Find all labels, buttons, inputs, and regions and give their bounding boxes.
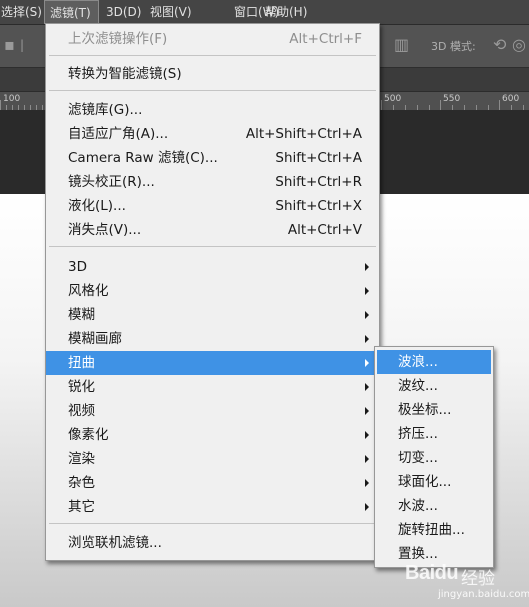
separator-icon: | <box>20 38 25 52</box>
submenu-arrow-icon <box>365 503 369 511</box>
menu-item-adaptive-wide-angle[interactable]: 自适应广角(A)... Alt+Shift+Ctrl+A <box>46 122 379 146</box>
menu-item-render[interactable]: 渲染 <box>46 447 379 471</box>
menu-item-vanishing-point[interactable]: 消失点(V)... Alt+Ctrl+V <box>46 218 379 242</box>
3d-mode-label: 3D 模式: <box>431 40 476 53</box>
ruler-label: 600 <box>502 94 520 104</box>
3d-rotate-icon[interactable]: ⟲ <box>493 36 506 54</box>
submenu-item-shear[interactable]: 切变... <box>377 446 491 470</box>
filter-menu: 上次滤镜操作(F) Alt+Ctrl+F 转换为智能滤镜(S) 滤镜库(G)...… <box>45 23 380 561</box>
menu-item-3d[interactable]: 3D <box>46 255 379 279</box>
watermark-brand: Baidu <box>405 562 459 584</box>
menu-bar: 选择(S) 滤镜(T) 3D(D) 视图(V) 窗口(W) 帮助(H) <box>0 0 529 25</box>
menu-item-camera-raw[interactable]: Camera Raw 滤镜(C)... Shift+Ctrl+A <box>46 146 379 170</box>
menu-item-other[interactable]: 其它 <box>46 495 379 519</box>
submenu-arrow-icon <box>365 383 369 391</box>
submenu-arrow-icon <box>365 287 369 295</box>
submenu-arrow-icon <box>365 431 369 439</box>
submenu-arrow-icon <box>365 263 369 271</box>
ruler-label: 100 <box>3 94 21 104</box>
menu-item-convert-smart-filter[interactable]: 转换为智能滤镜(S) <box>46 62 379 86</box>
ruler-label: 500 <box>384 94 402 104</box>
submenu-item-pinch[interactable]: 挤压... <box>377 422 491 446</box>
menu-view[interactable]: 视图(V) <box>145 0 197 24</box>
submenu-item-spherize[interactable]: 球面化... <box>377 470 491 494</box>
menu-item-pixelate[interactable]: 像素化 <box>46 423 379 447</box>
submenu-arrow-icon <box>365 479 369 487</box>
menu-select[interactable]: 选择(S) <box>0 0 47 24</box>
submenu-item-wave[interactable]: 波浪... <box>377 350 491 374</box>
watermark-suffix: 经验 <box>461 569 495 589</box>
watermark-url: jingyan.baidu.com <box>438 589 529 600</box>
submenu-arrow-icon <box>365 311 369 319</box>
submenu-arrow-icon <box>365 359 369 367</box>
menu-separator <box>49 246 376 247</box>
menu-item-filter-gallery[interactable]: 滤镜库(G)... <box>46 98 379 122</box>
distribute-icon[interactable]: ▥ <box>394 36 409 54</box>
menu-item-stylize[interactable]: 风格化 <box>46 279 379 303</box>
submenu-item-polar-coordinates[interactable]: 极坐标... <box>377 398 491 422</box>
menu-3d[interactable]: 3D(D) <box>101 0 146 24</box>
toolbar-icon[interactable]: ▪ <box>4 36 15 54</box>
submenu-item-twirl[interactable]: 旋转扭曲... <box>377 518 491 542</box>
ruler-label: 550 <box>443 94 461 104</box>
menu-item-blur-gallery[interactable]: 模糊画廊 <box>46 327 379 351</box>
submenu-item-zigzag[interactable]: 水波... <box>377 494 491 518</box>
menu-separator <box>49 523 376 524</box>
menu-item-noise[interactable]: 杂色 <box>46 471 379 495</box>
submenu-arrow-icon <box>365 335 369 343</box>
submenu-item-ripple[interactable]: 波纹... <box>377 374 491 398</box>
submenu-arrow-icon <box>365 455 369 463</box>
menu-item-last-filter: 上次滤镜操作(F) Alt+Ctrl+F <box>68 31 362 47</box>
menu-item-sharpen[interactable]: 锐化 <box>46 375 379 399</box>
menu-separator <box>49 90 376 91</box>
menu-item-blur[interactable]: 模糊 <box>46 303 379 327</box>
menu-item-browse-online-filters[interactable]: 浏览联机滤镜... <box>46 531 379 555</box>
distort-submenu: 波浪... 波纹... 极坐标... 挤压... 切变... 球面化... 水波… <box>374 346 494 568</box>
3d-roll-icon[interactable]: ◎ <box>512 36 526 54</box>
submenu-arrow-icon <box>365 407 369 415</box>
menu-item-liquify[interactable]: 液化(L)... Shift+Ctrl+X <box>46 194 379 218</box>
menu-help[interactable]: 帮助(H) <box>260 0 312 24</box>
menu-item-distort[interactable]: 扭曲 <box>46 351 379 375</box>
menu-filter[interactable]: 滤镜(T) <box>44 0 99 24</box>
menu-item-lens-correction[interactable]: 镜头校正(R)... Shift+Ctrl+R <box>46 170 379 194</box>
menu-item-video[interactable]: 视频 <box>46 399 379 423</box>
menu-separator <box>49 55 376 56</box>
